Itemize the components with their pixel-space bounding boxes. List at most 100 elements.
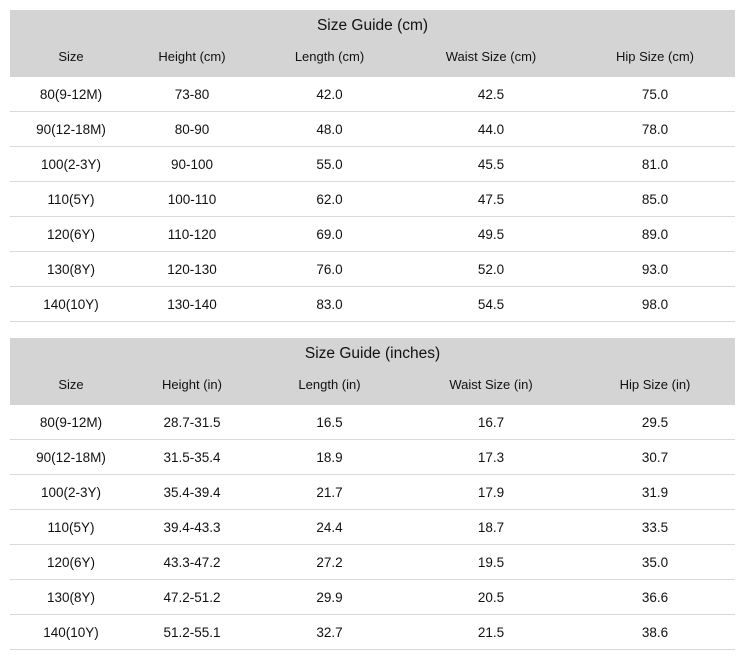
cell-waist: 44.0	[477, 122, 505, 137]
cell-height: 80-90	[174, 122, 210, 137]
cell-hip: 89.0	[641, 227, 669, 242]
cell-length: 21.7	[316, 485, 343, 500]
column-header-length: Length (cm)	[294, 49, 365, 64]
cell-size: 100(2-3Y)	[40, 485, 102, 500]
table-row: 140(10Y) 130-140 83.0 54.5 98.0	[10, 287, 735, 322]
cell-waist: 16.7	[477, 415, 505, 430]
table-row: 120(6Y) 43.3-47.2 27.2 19.5 35.0	[10, 545, 735, 580]
table-title: Size Guide (inches)	[304, 345, 441, 362]
cell-length: 18.9	[316, 450, 343, 465]
size-guide-inches-table: Size Guide (inches) Size Height (in) Len…	[10, 338, 735, 650]
size-guide-cm-table: Size Guide (cm) Size Height (cm) Length …	[10, 10, 735, 322]
cell-hip: 38.6	[641, 625, 669, 640]
cell-length: 42.0	[316, 87, 343, 102]
cell-size: 90(12-18M)	[36, 122, 106, 137]
cell-waist: 19.5	[477, 555, 505, 570]
cell-hip: 33.5	[641, 520, 669, 535]
cell-size: 100(2-3Y)	[40, 157, 102, 172]
table-row: 90(12-18M) 31.5-35.4 18.9 17.3 30.7	[10, 440, 735, 475]
cell-height: 43.3-47.2	[163, 555, 221, 570]
cell-waist: 52.0	[477, 262, 505, 277]
cell-waist: 18.7	[477, 520, 505, 535]
cell-height: 47.2-51.2	[163, 590, 221, 605]
cell-height: 120-130	[167, 262, 217, 277]
cell-waist: 20.5	[477, 590, 505, 605]
table-row: 130(8Y) 47.2-51.2 29.9 20.5 36.6	[10, 580, 735, 615]
column-header-waist: Waist Size (in)	[449, 377, 533, 392]
cell-height: 130-140	[167, 297, 217, 312]
cell-length: 76.0	[316, 262, 343, 277]
cell-hip: 31.9	[641, 485, 669, 500]
table-row: 130(8Y) 120-130 76.0 52.0 93.0	[10, 252, 735, 287]
cell-length: 32.7	[316, 625, 343, 640]
table-row: 140(10Y) 51.2-55.1 32.7 21.5 38.6	[10, 615, 735, 650]
cell-hip: 29.5	[641, 415, 669, 430]
cell-height: 28.7-31.5	[163, 415, 221, 430]
column-header-size: Size	[58, 377, 84, 392]
column-header-waist: Waist Size (cm)	[445, 49, 537, 64]
column-header-row: Size Height (in) Length (in) Waist Size …	[10, 368, 735, 405]
column-header-hip: Hip Size (cm)	[615, 49, 694, 64]
cell-waist: 42.5	[477, 87, 505, 102]
cell-length: 69.0	[316, 227, 343, 242]
table-row: 80(9-12M) 73-80 42.0 42.5 75.0	[10, 77, 735, 112]
cell-size: 80(9-12M)	[39, 415, 103, 430]
cell-hip: 30.7	[641, 450, 669, 465]
table-row: 100(2-3Y) 90-100 55.0 45.5 81.0	[10, 147, 735, 182]
cell-height: 51.2-55.1	[163, 625, 221, 640]
cell-size: 140(10Y)	[43, 625, 99, 640]
cell-length: 83.0	[316, 297, 343, 312]
cell-waist: 49.5	[477, 227, 505, 242]
cell-hip: 35.0	[641, 555, 669, 570]
cell-waist: 54.5	[477, 297, 505, 312]
cell-length: 62.0	[316, 192, 343, 207]
table-row: 110(5Y) 100-110 62.0 47.5 85.0	[10, 182, 735, 217]
cell-length: 27.2	[316, 555, 343, 570]
cell-height: 39.4-43.3	[163, 520, 221, 535]
cell-length: 16.5	[316, 415, 343, 430]
cell-size: 80(9-12M)	[39, 87, 103, 102]
cell-length: 48.0	[316, 122, 343, 137]
column-header-row: Size Height (cm) Length (cm) Waist Size …	[10, 40, 735, 77]
cell-hip: 78.0	[641, 122, 669, 137]
table-row: 120(6Y) 110-120 69.0 49.5 89.0	[10, 217, 735, 252]
column-header-height: Height (cm)	[158, 49, 226, 64]
cell-length: 24.4	[316, 520, 343, 535]
cell-hip: 93.0	[641, 262, 669, 277]
cell-size: 110(5Y)	[47, 192, 95, 207]
cell-height: 73-80	[174, 87, 210, 102]
table-header: Size Guide (cm) Size Height (cm) Length …	[10, 10, 735, 77]
column-header-length: Length (in)	[298, 377, 361, 392]
cell-height: 110-120	[167, 227, 217, 242]
cell-height: 100-110	[167, 192, 217, 207]
cell-waist: 17.3	[477, 450, 505, 465]
cell-height: 31.5-35.4	[163, 450, 221, 465]
cell-size: 130(8Y)	[46, 262, 96, 277]
table-row: 80(9-12M) 28.7-31.5 16.5 16.7 29.5	[10, 405, 735, 440]
cell-hip: 36.6	[641, 590, 669, 605]
cell-hip: 85.0	[641, 192, 669, 207]
cell-waist: 45.5	[477, 157, 505, 172]
cell-waist: 21.5	[477, 625, 505, 640]
table-row: 100(2-3Y) 35.4-39.4 21.7 17.9 31.9	[10, 475, 735, 510]
cell-hip: 75.0	[641, 87, 669, 102]
table-body: 80(9-12M) 28.7-31.5 16.5 16.7 29.5 90(12-18M…	[10, 405, 735, 650]
column-header-height: Height (in)	[162, 377, 222, 392]
cell-size: 120(6Y)	[46, 555, 96, 570]
cell-length: 55.0	[316, 157, 343, 172]
cell-waist: 17.9	[477, 485, 505, 500]
column-header-size: Size	[58, 49, 84, 64]
column-header-hip: Hip Size (in)	[619, 377, 691, 392]
table-row: 90(12-18M) 80-90 48.0 44.0 78.0	[10, 112, 735, 147]
cell-size: 90(12-18M)	[36, 450, 106, 465]
cell-height: 90-100	[170, 157, 214, 172]
table-header: Size Guide (inches) Size Height (in) Len…	[10, 338, 735, 405]
cell-size: 120(6Y)	[46, 227, 96, 242]
cell-waist: 47.5	[477, 192, 505, 207]
cell-size: 140(10Y)	[43, 297, 99, 312]
cell-size: 110(5Y)	[47, 520, 95, 535]
table-body: 80(9-12M) 73-80 42.0 42.5 75.0 90(12-18M) 80-…	[10, 77, 735, 322]
cell-size: 130(8Y)	[46, 590, 96, 605]
cell-height: 35.4-39.4	[163, 485, 221, 500]
cell-hip: 81.0	[641, 157, 669, 172]
